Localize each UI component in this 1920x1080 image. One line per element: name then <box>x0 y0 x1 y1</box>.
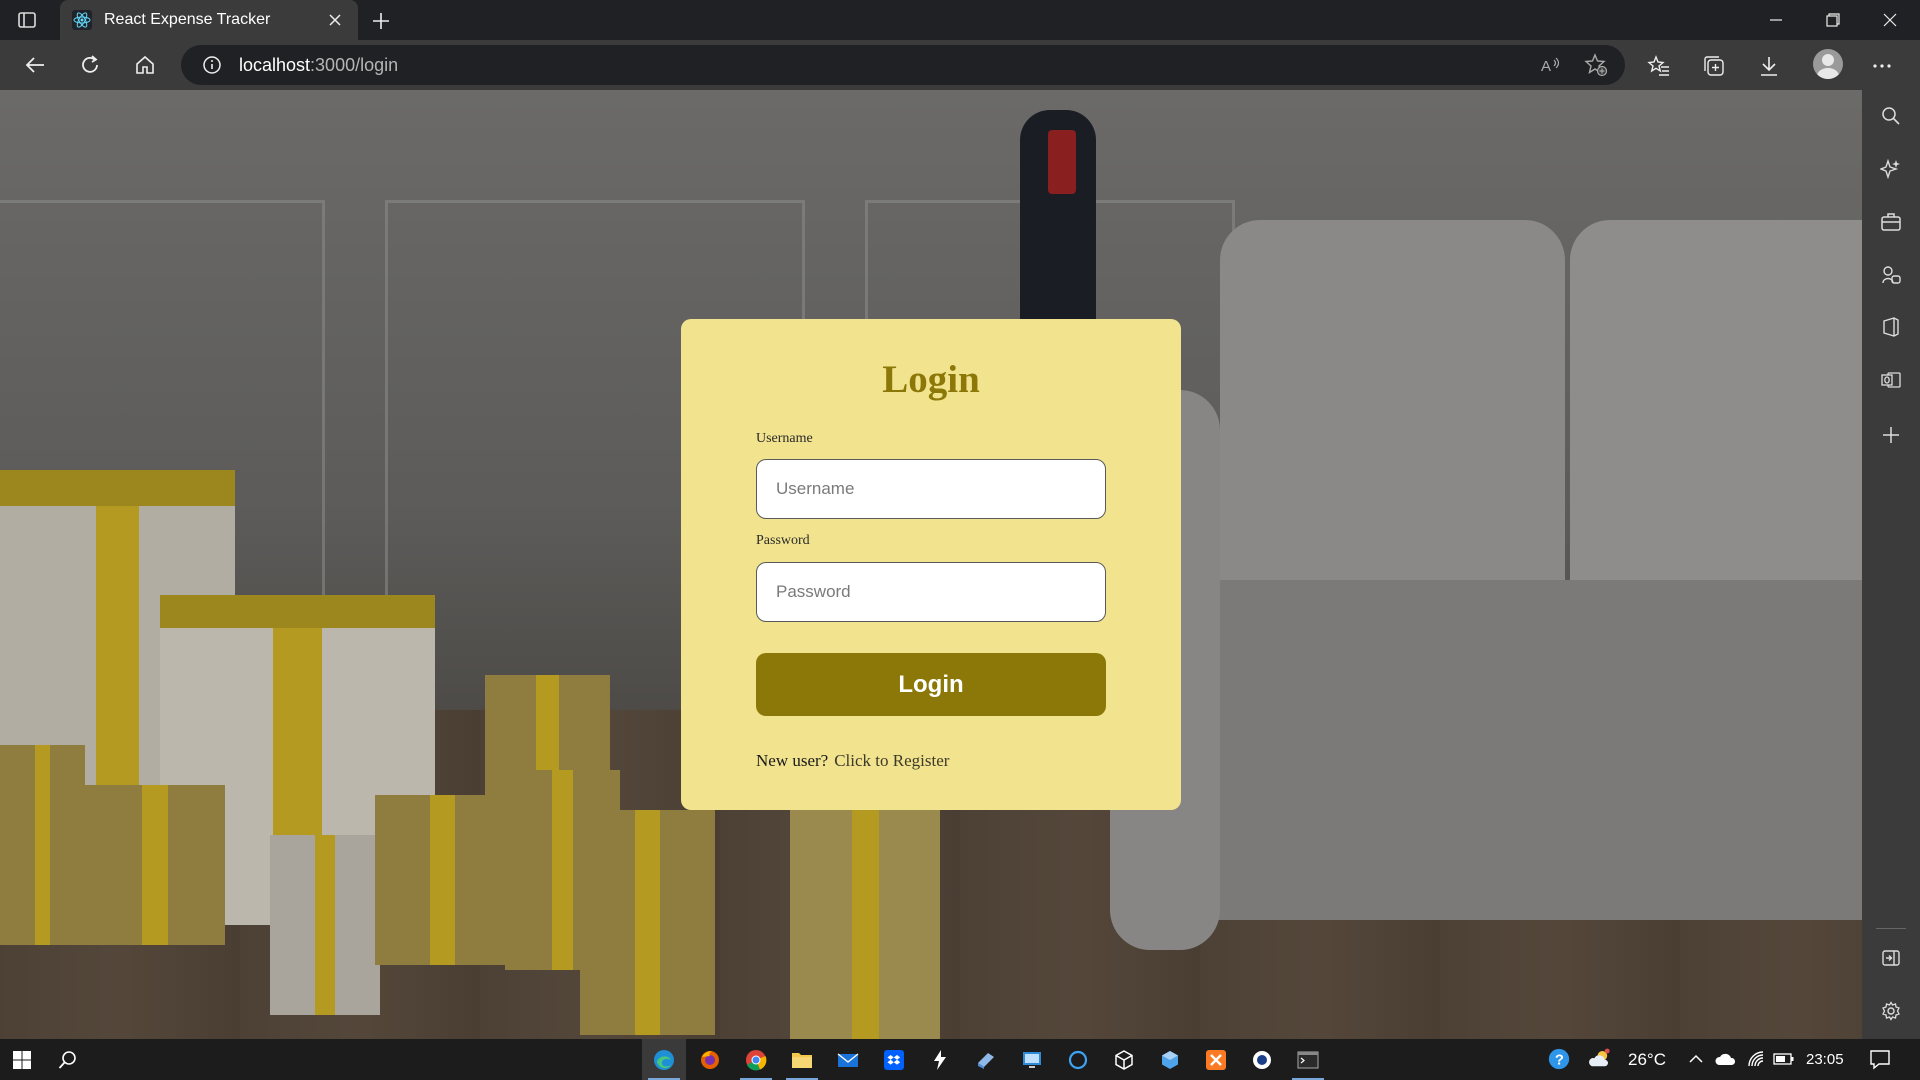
weather-temperature: 26°C <box>1628 1050 1666 1069</box>
info-icon[interactable] <box>201 54 223 76</box>
star-plus-icon[interactable] <box>1581 50 1611 80</box>
login-card: Login Username Password Login New user? C… <box>681 319 1181 810</box>
gift-box <box>580 810 715 1035</box>
minimize-button[interactable] <box>1748 0 1804 40</box>
help-icon[interactable]: ? <box>1547 1047 1571 1071</box>
settings-icon[interactable] <box>1876 996 1906 1026</box>
xampp-icon[interactable] <box>1194 1039 1238 1080</box>
avatar[interactable] <box>1813 49 1843 79</box>
collections-icon[interactable] <box>1698 50 1730 82</box>
mail-icon[interactable] <box>826 1039 870 1080</box>
close-window-button[interactable] <box>1862 0 1918 40</box>
register-row: New user? Click to Register <box>756 751 949 771</box>
register-link[interactable]: Click to Register <box>834 751 949 770</box>
favorites-icon[interactable] <box>1643 50 1675 82</box>
sofa-cushion <box>1570 220 1862 620</box>
onedrive-icon[interactable] <box>1714 1047 1738 1071</box>
wifi-icon[interactable] <box>1744 1047 1768 1071</box>
svg-text:A: A <box>1541 58 1551 75</box>
outlook-icon[interactable] <box>1876 365 1906 395</box>
sofa-cushion <box>1220 220 1565 620</box>
browser-tab[interactable]: React Expense Tracker <box>60 0 358 40</box>
file-explorer-icon[interactable] <box>780 1039 824 1080</box>
edge-sidebar <box>1862 90 1920 1039</box>
username-label: Username <box>756 431 813 446</box>
tab-actions-icon[interactable] <box>16 9 38 31</box>
sofa <box>1110 150 1862 990</box>
cortana-icon[interactable] <box>1056 1039 1100 1080</box>
gift-box <box>85 785 225 945</box>
url-path: :3000/login <box>310 54 399 75</box>
react-icon <box>72 10 92 30</box>
new-user-text: New user? <box>756 751 829 770</box>
edge-taskbar-icon[interactable] <box>642 1039 686 1080</box>
sofa-seat <box>1150 580 1862 920</box>
taskbar: ? 26°C 23:05 <box>0 1039 1920 1080</box>
3d-viewer-icon[interactable] <box>1102 1039 1146 1080</box>
app-circle-icon[interactable] <box>1240 1039 1284 1080</box>
chrome-icon[interactable] <box>734 1039 778 1080</box>
firefox-icon[interactable] <box>688 1039 732 1080</box>
close-icon[interactable] <box>324 9 346 31</box>
tab-title: React Expense Tracker <box>104 11 271 28</box>
home-icon[interactable] <box>130 50 160 80</box>
dropbox-icon[interactable] <box>872 1039 916 1080</box>
gift-box <box>0 745 85 945</box>
hide-sidebar-icon[interactable] <box>1876 943 1906 973</box>
password-input[interactable] <box>756 562 1106 622</box>
search-icon[interactable] <box>46 1039 90 1080</box>
login-button[interactable]: Login <box>756 653 1106 716</box>
download-icon[interactable] <box>1753 50 1785 82</box>
more-icon[interactable] <box>1866 50 1898 82</box>
svg-text:?: ? <box>1555 1053 1564 1069</box>
refresh-icon[interactable] <box>75 50 105 80</box>
username-input[interactable] <box>756 459 1106 519</box>
azure-data-studio-icon[interactable] <box>964 1039 1008 1080</box>
copilot-icon[interactable] <box>1876 154 1906 184</box>
tab-bar: React Expense Tracker <box>0 0 1920 40</box>
lightning-app-icon[interactable] <box>918 1039 962 1080</box>
games-icon[interactable] <box>1876 260 1906 290</box>
bottle-cap <box>1048 130 1076 194</box>
office-icon[interactable] <box>1876 312 1906 342</box>
windows-start-icon[interactable] <box>0 1039 44 1080</box>
url-host: localhost <box>239 54 311 75</box>
gift-box <box>270 835 380 1015</box>
sidebar-divider <box>1876 928 1906 929</box>
box-app-icon[interactable] <box>1148 1039 1192 1080</box>
add-icon[interactable] <box>1876 420 1906 450</box>
password-label: Password <box>756 533 810 548</box>
plus-icon[interactable] <box>368 8 394 34</box>
read-aloud-icon[interactable]: A <box>1536 50 1566 80</box>
clock-time[interactable]: 23:05 <box>1806 1051 1844 1068</box>
back-arrow-icon[interactable] <box>20 50 50 80</box>
notifications-icon[interactable] <box>1868 1047 1892 1071</box>
restore-button[interactable] <box>1805 0 1861 40</box>
terminal-icon[interactable] <box>1286 1039 1330 1080</box>
weather-icon <box>1588 1047 1612 1071</box>
url-bar[interactable]: localhost:3000/login <box>181 45 1625 85</box>
page-title: Login <box>882 358 980 401</box>
address-toolbar: localhost:3000/login A <box>0 40 1920 90</box>
battery-icon[interactable] <box>1772 1047 1796 1071</box>
gift-box <box>790 810 940 1039</box>
remote-desktop-icon[interactable] <box>1010 1039 1054 1080</box>
chevron-up-icon[interactable] <box>1684 1047 1708 1071</box>
tools-icon[interactable] <box>1876 207 1906 237</box>
search-icon[interactable] <box>1876 101 1906 131</box>
